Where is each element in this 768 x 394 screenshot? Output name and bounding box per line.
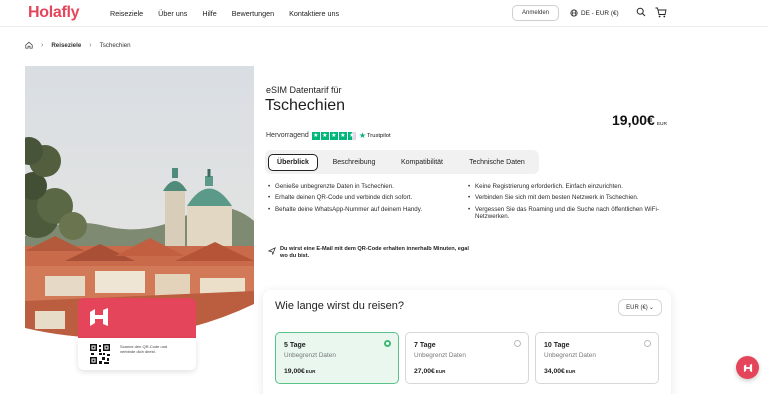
tab-beschreibung[interactable]: Beschreibung: [323, 154, 385, 171]
feature-item: Genieße unbegrenzte Daten in Tschechien.: [268, 183, 463, 191]
plan-option-7-days[interactable]: 7 Tage Unbegrenzt Daten 27,00€EUR: [405, 332, 529, 384]
plan-price-currency: EUR: [435, 369, 446, 374]
breadcrumb-current: Tschechien: [99, 41, 131, 49]
feature-item: Erhalte deinen QR-Code und verbinde dich…: [268, 194, 463, 202]
home-icon[interactable]: [25, 41, 33, 49]
feature-item: Behalte deine WhatsApp-Nummer auf deinem…: [268, 206, 463, 214]
breadcrumb-separator: ›: [89, 41, 92, 49]
trustpilot-stars: ★ ★ ★ ★ ★: [311, 131, 356, 140]
nav-kontakt[interactable]: Kontaktiere uns: [289, 9, 339, 18]
plan-price-currency: EUR: [305, 369, 316, 374]
holafly-h-icon: [90, 308, 108, 326]
esim-card-header: [78, 298, 196, 338]
email-note-text: Du wirst eine E-Mail mit dem QR-Code erh…: [280, 246, 469, 259]
esim-card: Scanne den QR-Code und verbinde dich dir…: [78, 298, 196, 370]
currency-select[interactable]: EUR (€) ⌄: [618, 299, 662, 316]
plan-price-currency: EUR: [565, 369, 576, 374]
trustpilot-star-icon: ★: [358, 131, 366, 140]
duration-selector-card: Wie lange wirst du reisen? EUR (€) ⌄ 5 Ta…: [263, 290, 671, 394]
half-star-icon: ★: [347, 131, 356, 140]
radio-unselected[interactable]: [644, 340, 651, 347]
rating-row: Hervorragend ★ ★ ★ ★ ★ ★ Trustpilot: [266, 131, 391, 140]
email-note: Du wirst eine E-Mail mit dem QR-Code erh…: [268, 246, 478, 260]
trustpilot-label: Trustpilot: [366, 132, 391, 139]
star-icon: ★: [338, 131, 347, 140]
plan-price: 34,00€EUR: [544, 368, 576, 375]
globe-icon: [570, 9, 578, 17]
feature-item: Verbinden Sie sich mit dem besten Netzwe…: [468, 194, 663, 202]
tab-technische-daten[interactable]: Technische Daten: [461, 154, 533, 171]
star-icon: ★: [311, 131, 320, 140]
product-subtitle: eSIM Datentarif für: [266, 85, 342, 95]
plan-days: 5 Tage: [284, 342, 306, 349]
features-right: Keine Registrierung erforderlich. Einfac…: [468, 183, 663, 225]
price-amount: 19,00€: [612, 112, 655, 128]
login-button[interactable]: Anmelden: [512, 5, 559, 21]
esim-card-body: Scanne den QR-Code und verbinde dich dir…: [78, 338, 196, 370]
qr-code-icon: [89, 343, 111, 365]
product-tabs: Überblick Beschreibung Kompatibilität Te…: [265, 150, 539, 174]
chat-button[interactable]: [736, 356, 759, 379]
send-icon: [268, 247, 276, 255]
product-price: 19,00€ EUR: [612, 112, 667, 128]
plan-days: 10 Tage: [544, 342, 570, 349]
plan-price-amount: 27,00€: [414, 368, 435, 375]
trustpilot-logo[interactable]: ★ Trustpilot: [359, 131, 391, 140]
plan-price: 27,00€EUR: [414, 368, 446, 375]
star-icon: ★: [329, 131, 338, 140]
scan-instruction: Scanne den QR-Code und verbinde dich dir…: [120, 344, 168, 355]
nav-reiseziele[interactable]: Reiseziele: [110, 9, 143, 18]
nav-ueber-uns[interactable]: Über uns: [158, 9, 187, 18]
plan-option-5-days[interactable]: 5 Tage Unbegrenzt Daten 19,00€EUR: [275, 332, 399, 384]
plan-price: 19,00€EUR: [284, 368, 316, 375]
holafly-chat-icon: [743, 363, 752, 372]
star-icon: ★: [320, 131, 329, 140]
plan-option-10-days[interactable]: 10 Tage Unbegrenzt Daten 34,00€EUR: [535, 332, 659, 384]
price-currency: EUR: [656, 122, 667, 127]
breadcrumb-reiseziele[interactable]: Reiseziele: [51, 42, 81, 49]
site-header: Holafly Reiseziele Über uns Hilfe Bewert…: [0, 0, 768, 27]
rating-label: Hervorragend: [266, 132, 309, 139]
main-nav: Reiseziele Über uns Hilfe Bewertungen Ko…: [110, 9, 354, 18]
locale-label: DE - EUR (€): [581, 9, 619, 17]
tab-ueberblick[interactable]: Überblick: [268, 154, 318, 171]
features-left: Genieße unbegrenzte Daten in Tschechien.…: [268, 183, 463, 217]
currency-select-label: EUR (€): [626, 304, 648, 311]
plan-data: Unbegrenzt Daten: [544, 352, 596, 359]
plan-data: Unbegrenzt Daten: [414, 352, 466, 359]
cart-icon[interactable]: [655, 7, 667, 18]
nav-hilfe[interactable]: Hilfe: [202, 9, 216, 18]
chevron-down-icon: ⌄: [648, 305, 654, 311]
plan-price-amount: 34,00€: [544, 368, 565, 375]
nav-bewertungen[interactable]: Bewertungen: [232, 9, 274, 18]
feature-item: Vergessen Sie das Roaming und die Suche …: [468, 206, 663, 221]
tab-kompatibilitaet[interactable]: Kompatibilität: [389, 154, 455, 171]
plan-days: 7 Tage: [414, 342, 436, 349]
plan-price-amount: 19,00€: [284, 368, 305, 375]
product-title: Tschechien: [265, 97, 346, 114]
breadcrumb: › Reiseziele › Tschechien: [25, 41, 131, 49]
holafly-logo[interactable]: Holafly: [28, 4, 80, 22]
plan-data: Unbegrenzt Daten: [284, 352, 336, 359]
radio-unselected[interactable]: [514, 340, 521, 347]
locale-selector[interactable]: DE - EUR (€): [570, 9, 619, 17]
radio-selected[interactable]: [384, 340, 391, 347]
feature-item: Keine Registrierung erforderlich. Einfac…: [468, 183, 663, 191]
breadcrumb-separator: ›: [41, 41, 44, 49]
duration-question: Wie lange wirst du reisen?: [275, 300, 405, 312]
search-icon[interactable]: [636, 7, 646, 17]
